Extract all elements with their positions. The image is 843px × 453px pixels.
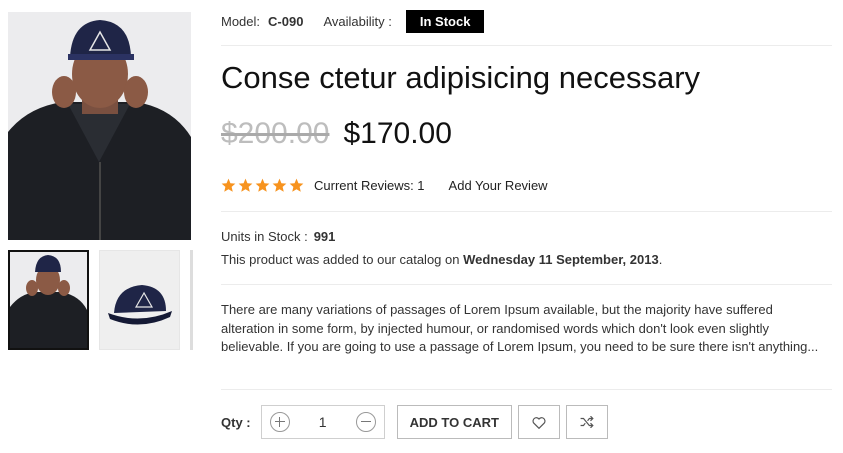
quantity-input[interactable] bbox=[300, 413, 345, 431]
minus-icon[interactable] bbox=[355, 412, 376, 432]
divider bbox=[221, 284, 832, 285]
model-value: C-090 bbox=[268, 14, 304, 29]
plus-icon[interactable] bbox=[269, 412, 290, 432]
old-price: $200.00 bbox=[221, 117, 330, 150]
compare-button[interactable] bbox=[565, 405, 608, 439]
units-value: 991 bbox=[313, 229, 336, 244]
divider bbox=[221, 389, 832, 390]
star-icon bbox=[238, 178, 253, 192]
price-block: $200.00 $170.00 bbox=[221, 117, 452, 151]
added-date: Wednesday 11 September, 2013 bbox=[463, 252, 659, 267]
main-product-image[interactable] bbox=[8, 12, 191, 240]
product-description: There are many variations of passages of… bbox=[221, 302, 819, 354]
heart-icon bbox=[532, 416, 546, 429]
units-in-stock: Units in Stock : 991 bbox=[221, 229, 335, 244]
add-to-cart-button[interactable]: ADD TO CART bbox=[396, 405, 512, 439]
rating-stars bbox=[221, 178, 306, 193]
thumbnail-model[interactable] bbox=[8, 250, 89, 350]
added-prefix: This product was added to our catalog on bbox=[221, 252, 460, 267]
star-icon bbox=[272, 178, 287, 192]
stock-badge: In Stock bbox=[405, 10, 485, 33]
thumbnail-cap[interactable] bbox=[99, 250, 180, 350]
quantity-stepper bbox=[260, 405, 385, 439]
model-label: Model: bbox=[221, 14, 261, 29]
divider bbox=[221, 211, 832, 212]
meta-row: Model: C-090 Availability : In Stock bbox=[221, 9, 485, 34]
shuffle-icon bbox=[580, 416, 594, 428]
new-price: $170.00 bbox=[343, 117, 452, 150]
thumbnail-partial[interactable] bbox=[190, 250, 193, 350]
star-icon bbox=[221, 178, 236, 192]
divider bbox=[221, 45, 832, 46]
added-date-text: This product was added to our catalog on… bbox=[221, 252, 662, 267]
qty-label: Qty : bbox=[221, 414, 251, 430]
star-icon bbox=[289, 178, 304, 192]
product-title: Conse ctetur adipisicing necessary bbox=[221, 60, 701, 95]
reviews-row: Current Reviews: 1 Add Your Review bbox=[221, 178, 548, 193]
purchase-row: Qty : ADD TO CART bbox=[221, 405, 608, 439]
units-label: Units in Stock : bbox=[221, 229, 308, 244]
added-suffix: . bbox=[658, 252, 663, 267]
wishlist-button[interactable] bbox=[517, 405, 560, 439]
reviews-count: Current Reviews: 1 bbox=[314, 178, 425, 193]
availability-label: Availability : bbox=[323, 14, 392, 29]
add-review-link[interactable]: Add Your Review bbox=[449, 178, 548, 193]
star-icon bbox=[255, 178, 270, 192]
